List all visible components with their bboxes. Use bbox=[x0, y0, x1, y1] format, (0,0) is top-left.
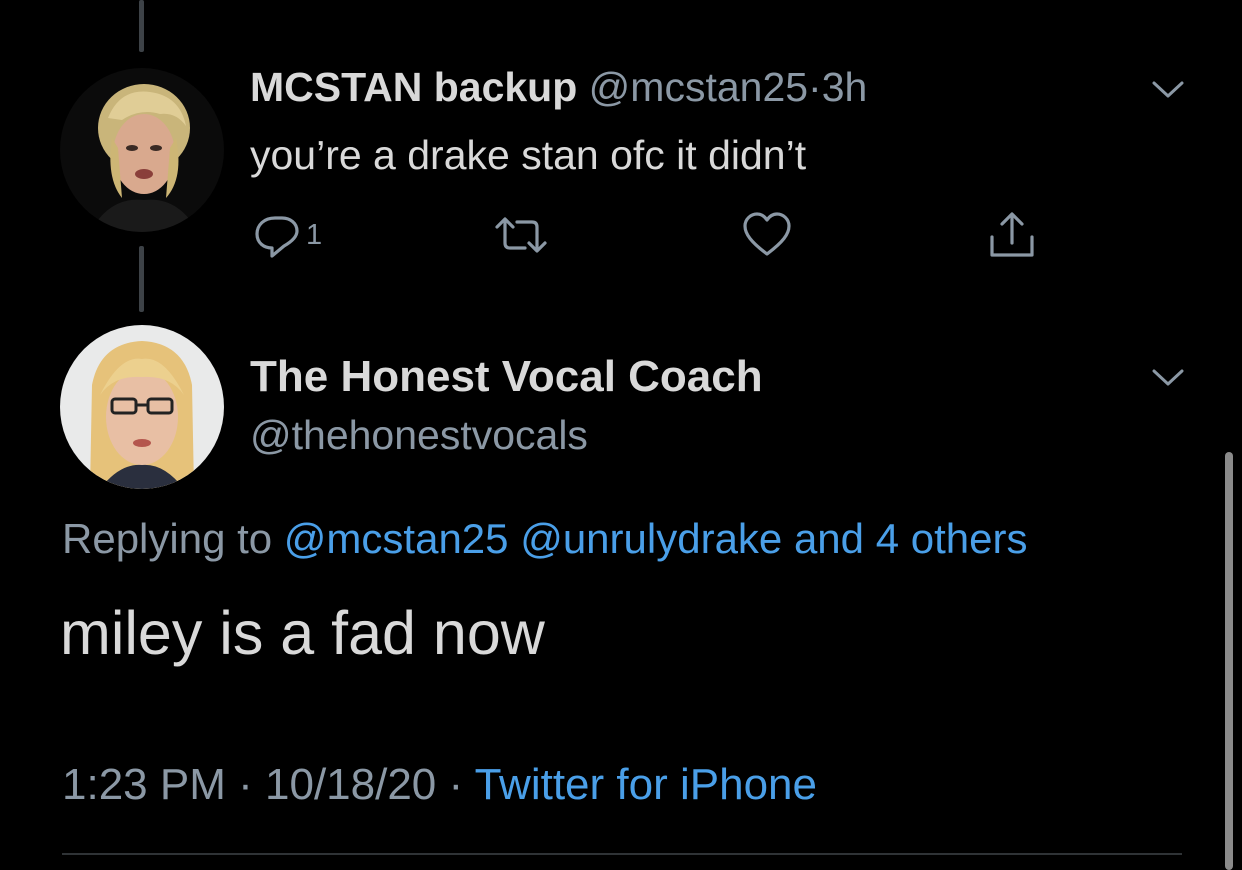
scrollbar[interactable] bbox=[1225, 452, 1233, 870]
chevron-down-icon[interactable] bbox=[1148, 362, 1188, 392]
thread-connector-top bbox=[139, 0, 144, 52]
separator: · bbox=[808, 64, 822, 110]
like-button[interactable] bbox=[741, 210, 793, 260]
display-name[interactable]: The Honest Vocal Coach bbox=[250, 352, 763, 402]
meta-separator: · bbox=[448, 760, 464, 809]
replying-to: Replying to @mcstan25 @unrulydrake and 4… bbox=[62, 515, 1027, 563]
reply-icon bbox=[255, 216, 299, 258]
share-icon bbox=[990, 212, 1034, 257]
replying-mentions-link[interactable]: @mcstan25 @unrulydrake and 4 others bbox=[284, 515, 1028, 562]
display-name[interactable]: MCSTAN backup bbox=[250, 64, 577, 110]
share-button[interactable] bbox=[986, 210, 1038, 260]
retweet-icon bbox=[495, 217, 547, 253]
tweet-source-link[interactable]: Twitter for iPhone bbox=[475, 760, 817, 809]
thread-connector-bottom bbox=[139, 246, 144, 312]
parent-tweet-text: you’re a drake stan ofc it didn’t bbox=[250, 132, 807, 178]
divider bbox=[62, 853, 1182, 855]
tweet-time: 1:23 PM bbox=[62, 760, 226, 809]
parent-tweet-header: MCSTAN backup @mcstan25·3h bbox=[250, 64, 867, 111]
chevron-down-icon[interactable] bbox=[1148, 74, 1188, 104]
handle[interactable]: @mcstan25 bbox=[589, 64, 808, 110]
replying-prefix: Replying to bbox=[62, 515, 273, 562]
tweet-thread: MCSTAN backup @mcstan25·3h you’re a drak… bbox=[0, 0, 1242, 870]
timestamp[interactable]: 3h bbox=[822, 64, 868, 110]
main-tweet-text: miley is a fad now bbox=[60, 599, 545, 667]
tweet-meta: 1:23 PM · 10/18/20 · Twitter for iPhone bbox=[62, 760, 817, 810]
avatar-mcstan-backup[interactable] bbox=[60, 68, 224, 232]
reply-button[interactable]: 1 bbox=[252, 210, 322, 260]
tweet-date: 10/18/20 bbox=[265, 760, 437, 809]
heart-icon bbox=[743, 212, 791, 256]
retweet-button[interactable] bbox=[493, 210, 549, 260]
handle[interactable]: @thehonestvocals bbox=[250, 412, 588, 459]
reply-count: 1 bbox=[306, 218, 323, 251]
meta-separator: · bbox=[238, 760, 253, 809]
avatar-honest-vocal-coach[interactable] bbox=[60, 325, 224, 489]
